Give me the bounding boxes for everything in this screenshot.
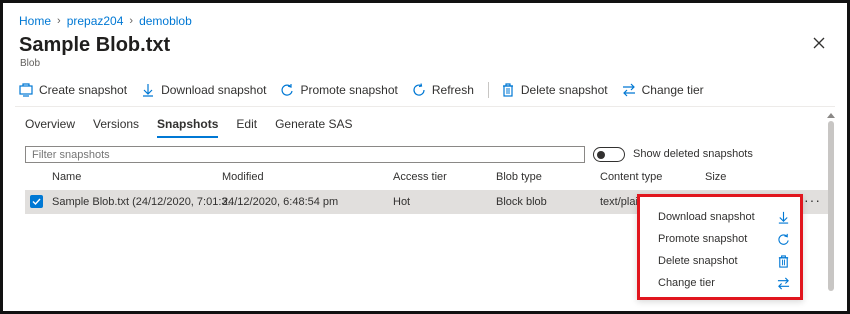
trash-icon: [778, 254, 789, 268]
cell-access-tier: Hot: [393, 196, 411, 208]
cell-modified: 24/12/2020, 6:48:54 pm: [222, 196, 339, 208]
show-deleted-label: Show deleted snapshots: [633, 148, 753, 160]
page-subtitle: Blob: [20, 58, 41, 69]
chevron-right-icon: ›: [129, 15, 134, 27]
refresh-label: Refresh: [431, 83, 474, 97]
swap-icon: [622, 83, 635, 97]
table-header: Name Modified Access tier Blob type Cont…: [25, 171, 825, 189]
tab-versions[interactable]: Versions: [93, 117, 139, 138]
trash-icon: [502, 83, 513, 97]
refresh-icon: [413, 83, 425, 96]
change-tier-label: Change tier: [641, 83, 704, 97]
download-icon: [778, 211, 789, 224]
column-header-blob-type[interactable]: Blob type: [496, 171, 542, 183]
promote-snapshot-label: Promote snapshot: [300, 83, 398, 97]
promote-icon: [281, 84, 294, 96]
page-title: Sample Blob.txt: [19, 34, 171, 56]
menu-item-label: Promote snapshot: [658, 233, 748, 245]
breadcrumb-account[interactable]: prepaz204: [67, 14, 124, 28]
scroll-up-arrow-icon[interactable]: [827, 113, 835, 118]
chevron-right-icon: ›: [57, 15, 61, 27]
scrollbar-thumb[interactable]: [828, 121, 834, 291]
checkmark-icon: [32, 198, 41, 206]
breadcrumb: Home › prepaz204 › demoblob: [19, 14, 192, 28]
breadcrumb-container[interactable]: demoblob: [139, 14, 192, 28]
create-snapshot-button[interactable]: Create snapshot: [19, 83, 127, 97]
promote-icon: [778, 233, 789, 245]
toggle-knob: [597, 151, 605, 159]
column-header-access-tier[interactable]: Access tier: [393, 171, 447, 183]
tab-edit[interactable]: Edit: [236, 117, 257, 138]
toolbar-divider: [487, 82, 489, 98]
column-header-modified[interactable]: Modified: [222, 171, 264, 183]
menu-item-change-tier[interactable]: Change tier: [658, 274, 790, 292]
cell-blob-type: Block blob: [496, 196, 547, 208]
refresh-button[interactable]: Refresh: [412, 83, 474, 97]
tab-overview[interactable]: Overview: [25, 117, 75, 138]
column-header-size[interactable]: Size: [705, 171, 726, 183]
breadcrumb-home[interactable]: Home: [19, 14, 51, 28]
column-header-content-type[interactable]: Content type: [600, 171, 662, 183]
command-bar: Create snapshot Download snapshot Promot…: [19, 81, 718, 99]
change-tier-button[interactable]: Change tier: [622, 83, 704, 97]
delete-snapshot-button[interactable]: Delete snapshot: [501, 83, 608, 97]
more-actions-icon[interactable]: ···: [804, 192, 821, 208]
create-snapshot-label: Create snapshot: [39, 83, 128, 97]
filter-snapshots-input[interactable]: [25, 146, 585, 163]
show-deleted-toggle[interactable]: [593, 147, 625, 162]
menu-item-delete-snapshot[interactable]: Delete snapshot: [658, 252, 790, 270]
cell-name: Sample Blob.txt (24/12/2020, 7:01:3...: [52, 196, 237, 208]
tab-generate-sas[interactable]: Generate SAS: [275, 117, 352, 138]
blob-panel: Home › prepaz204 › demoblob Sample Blob.…: [0, 0, 850, 314]
download-snapshot-button[interactable]: Download snapshot: [141, 83, 266, 97]
close-icon[interactable]: [811, 35, 827, 51]
delete-snapshot-label: Delete snapshot: [520, 83, 608, 97]
menu-item-download-snapshot[interactable]: Download snapshot: [658, 208, 790, 226]
vertical-scrollbar[interactable]: [827, 113, 835, 293]
menu-item-label: Change tier: [658, 277, 715, 289]
download-icon: [143, 84, 154, 97]
toolbar-divider-line: [15, 106, 835, 107]
tab-bar: Overview Versions Snapshots Edit Generat…: [25, 117, 370, 138]
tab-snapshots[interactable]: Snapshots: [157, 117, 219, 138]
menu-item-promote-snapshot[interactable]: Promote snapshot: [658, 230, 790, 248]
promote-snapshot-button[interactable]: Promote snapshot: [280, 83, 398, 97]
row-checkbox[interactable]: [30, 195, 43, 208]
menu-item-label: Delete snapshot: [658, 255, 738, 267]
menu-item-label: Download snapshot: [658, 211, 755, 223]
swap-icon: [777, 277, 790, 289]
column-header-name[interactable]: Name: [52, 171, 81, 183]
snapshot-icon: [19, 83, 33, 97]
context-menu: Download snapshot Promote snapshot Delet…: [637, 194, 803, 300]
download-snapshot-label: Download snapshot: [161, 83, 267, 97]
